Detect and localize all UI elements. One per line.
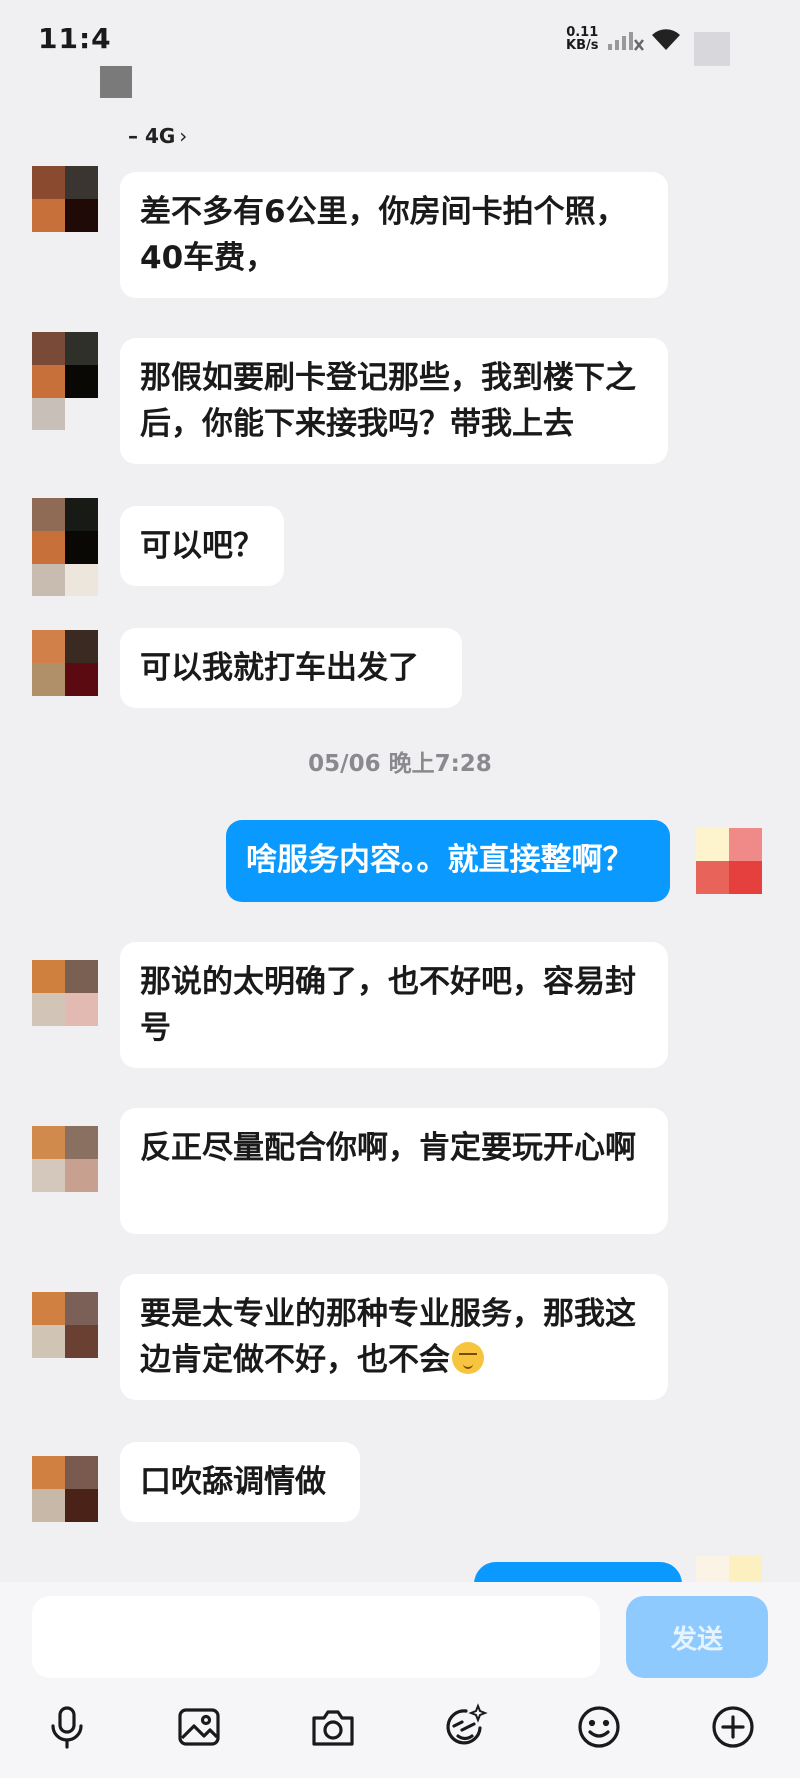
message-timestamp: 05/06 晚上7:28 (308, 751, 492, 777)
emoji-icon[interactable] (572, 1700, 626, 1754)
status-bar: 11:4 0.11 KB/s (0, 0, 800, 70)
subtitle-text: – 4G (128, 124, 176, 148)
chat-subtitle[interactable]: – 4G › (128, 124, 187, 148)
message-text: 要是太专业的那种专业服务，那我这边肯定做不好，也不会 (140, 1296, 636, 1378)
sticker-icon[interactable] (438, 1700, 492, 1754)
message-bubble-received[interactable]: 反正尽量配合你啊，肯定要玩开心啊 (120, 1108, 668, 1234)
signal-icon (608, 32, 644, 51)
contact-avatar[interactable] (32, 1292, 98, 1358)
wifi-icon (652, 29, 680, 50)
contact-avatar[interactable] (32, 498, 98, 564)
message-bubble-received[interactable]: 那假如要刷卡登记那些，我到楼下之后，你能下来接我吗？带我上去 (120, 338, 668, 464)
camera-icon[interactable] (306, 1700, 360, 1754)
net-speed: 0.11 KB/s (566, 26, 598, 52)
message-bubble-received[interactable]: 可以吧？ (120, 506, 284, 586)
contact-avatar[interactable] (32, 332, 98, 398)
my-avatar-partial (696, 1556, 762, 1582)
contact-avatar[interactable] (32, 960, 98, 1026)
header-avatar[interactable] (100, 66, 132, 98)
contact-avatar[interactable] (32, 630, 98, 696)
message-bubble-received[interactable]: 可以我就打车出发了 (120, 628, 462, 708)
contact-avatar[interactable] (32, 166, 98, 232)
image-icon[interactable] (172, 1700, 226, 1754)
message-bubble-received[interactable]: 那说的太明确了，也不好吧，容易封号 (120, 942, 668, 1068)
message-bubble-received[interactable]: 要是太专业的那种专业服务，那我这边肯定做不好，也不会 (120, 1274, 668, 1400)
contact-avatar-fragment (32, 398, 65, 430)
battery-icon (694, 32, 730, 66)
message-input[interactable] (32, 1596, 600, 1678)
chevron-right-icon: › (179, 124, 188, 148)
message-bubble-sent[interactable]: 啥服务内容。。就直接整啊？ (226, 820, 670, 902)
net-speed-unit: KB/s (566, 38, 599, 53)
send-button[interactable]: 发送 (626, 1596, 768, 1678)
message-bubble-received[interactable]: 差不多有6公里，你房间卡拍个照，40车费， (120, 172, 668, 298)
my-avatar[interactable] (696, 828, 762, 894)
status-time: 11:4 (38, 22, 112, 55)
contact-avatar[interactable] (32, 1126, 98, 1192)
contact-avatar[interactable] (32, 1456, 98, 1522)
contact-avatar-fragment (32, 564, 98, 596)
message-bubble-received[interactable]: 口吹舔调情做 (120, 1442, 360, 1522)
microphone-icon[interactable] (40, 1700, 94, 1754)
plus-icon[interactable] (706, 1700, 760, 1754)
smirk-emoji-icon (452, 1342, 484, 1374)
